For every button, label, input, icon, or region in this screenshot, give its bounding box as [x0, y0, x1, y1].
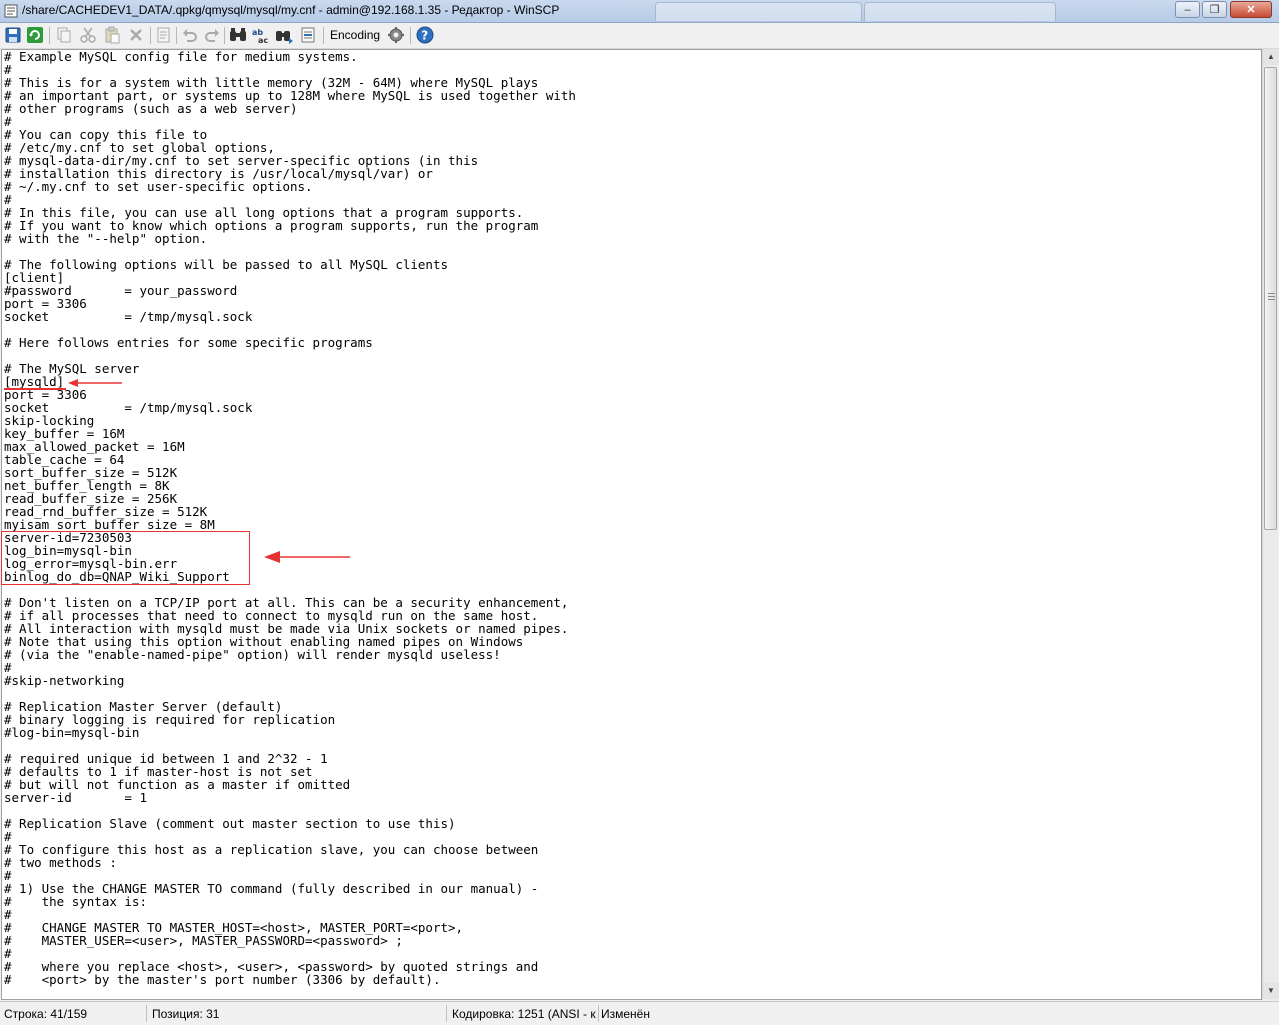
scroll-down-arrow-icon[interactable]: ▼ — [1263, 983, 1279, 999]
help-icon[interactable]: ? — [416, 26, 434, 44]
window-title: /share/CACHEDEV1_DATA/.qpkg/qmysql/mysql… — [22, 3, 560, 17]
status-modified: Изменён — [601, 1007, 650, 1021]
code-line[interactable]: # ~/.my.cnf to set user-specific options… — [4, 180, 576, 193]
code-line[interactable]: # <port> by the master's port number (33… — [4, 973, 576, 986]
code-line[interactable]: # The MySQL server — [4, 362, 576, 375]
code-line[interactable]: # other programs (such as a web server) — [4, 102, 576, 115]
code-line[interactable]: # the syntax is: — [4, 895, 576, 908]
copy-icon[interactable] — [55, 26, 73, 44]
code-line[interactable]: socket = /tmp/mysql.sock — [4, 310, 576, 323]
red-arrow-annotation — [264, 551, 350, 563]
editor-content[interactable]: # Example MySQL config file for medium s… — [4, 50, 576, 986]
paste-icon[interactable] — [103, 26, 121, 44]
toolbar-separator — [49, 27, 50, 44]
title-bar[interactable]: /share/CACHEDEV1_DATA/.qpkg/qmysql/mysql… — [0, 0, 1279, 23]
go-to-line-icon[interactable] — [299, 26, 317, 44]
code-line[interactable]: # The following options will be passed t… — [4, 258, 576, 271]
background-taskbar-tab — [864, 2, 1056, 21]
code-line[interactable]: # with the "--help" option. — [4, 232, 576, 245]
vertical-scrollbar[interactable]: ▲ ▼ — [1262, 49, 1279, 1000]
toolbar-separator — [224, 27, 225, 44]
cut-icon[interactable] — [79, 26, 97, 44]
code-line[interactable]: # Here follows entries for some specific… — [4, 336, 576, 349]
svg-text:ac: ac — [258, 36, 268, 44]
replace-icon[interactable]: ab ac — [252, 26, 270, 44]
code-line[interactable]: # two methods : — [4, 856, 576, 869]
code-line[interactable]: #log-bin=mysql-bin — [4, 726, 576, 739]
delete-icon[interactable] — [127, 26, 145, 44]
code-line[interactable]: server-id = 1 — [4, 791, 576, 804]
toolbar-separator — [410, 27, 411, 44]
toolbar-separator — [323, 27, 324, 44]
red-arrow-annotation — [68, 379, 122, 387]
code-line[interactable]: #skip-networking — [4, 674, 576, 687]
maximize-button[interactable]: ❐ — [1202, 1, 1227, 18]
winscp-app-icon — [4, 4, 18, 18]
scrollbar-thumb[interactable] — [1264, 67, 1277, 530]
close-button[interactable]: ✕ — [1230, 1, 1272, 18]
redo-icon[interactable] — [203, 26, 221, 44]
toolbar-separator — [176, 27, 177, 44]
status-line-number: Строка: 41/159 — [4, 1007, 88, 1021]
background-taskbar-tab — [655, 2, 862, 21]
status-cursor-position: Позиция: 31 — [152, 1007, 220, 1021]
code-line[interactable]: #password = your_password — [4, 284, 576, 297]
code-line[interactable]: # (via the "enable-named-pipe" option) w… — [4, 648, 576, 661]
highlight-underline-mysqld — [4, 388, 66, 390]
editor-toolbar: ab ac Encoding ? — [0, 23, 1279, 49]
undo-icon[interactable] — [181, 26, 199, 44]
status-encoding: Кодировка: 1251 (ANSI - кириллица) — [452, 1007, 596, 1021]
minimize-button[interactable]: – — [1175, 1, 1200, 18]
toolbar-separator — [150, 27, 151, 44]
code-line[interactable]: # Example MySQL config file for medium s… — [4, 50, 576, 63]
save-icon[interactable] — [4, 26, 22, 44]
reload-icon[interactable] — [26, 26, 44, 44]
find-next-icon[interactable] — [275, 26, 293, 44]
scroll-up-arrow-icon[interactable]: ▲ — [1263, 49, 1279, 65]
settings-icon[interactable] — [387, 26, 405, 44]
highlight-box-replication-settings — [1, 531, 250, 585]
svg-text:?: ? — [421, 29, 428, 43]
code-line[interactable]: # MASTER_USER=<user>, MASTER_PASSWORD=<p… — [4, 934, 576, 947]
find-in-text-icon[interactable] — [155, 26, 173, 44]
encoding-menu-button[interactable]: Encoding — [330, 28, 380, 42]
find-icon[interactable] — [229, 26, 247, 44]
code-line[interactable]: # Replication Slave (comment out master … — [4, 817, 576, 830]
status-bar: Строка: 41/159 Позиция: 31 Кодировка: 12… — [0, 1001, 1279, 1025]
text-editor[interactable]: # Example MySQL config file for medium s… — [1, 49, 1262, 1000]
